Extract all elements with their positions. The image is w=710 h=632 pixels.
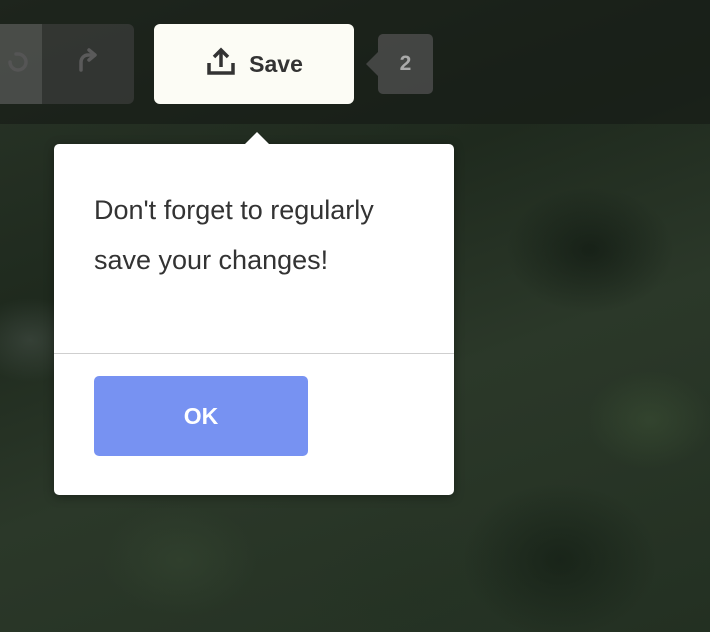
popover-arrow [245,132,269,144]
redo-icon [74,47,102,81]
undo-icon [6,49,32,80]
undo-redo-group [0,24,134,104]
save-label: Save [249,50,303,77]
upload-icon [205,47,237,82]
save-button[interactable]: Save [154,24,354,104]
popover-divider [54,353,454,354]
redo-button[interactable] [42,24,134,104]
map-viewport[interactable]: Save 2 Don't forget to regularly save yo… [0,0,710,632]
undo-button[interactable] [0,24,42,104]
popover-message: Don't forget to regularly save your chan… [94,195,374,275]
edit-count-badge: 2 [366,34,433,94]
save-reminder-popover: Don't forget to regularly save your chan… [54,132,454,495]
top-toolbar: Save 2 [0,0,710,124]
ok-button[interactable]: OK [94,376,308,456]
